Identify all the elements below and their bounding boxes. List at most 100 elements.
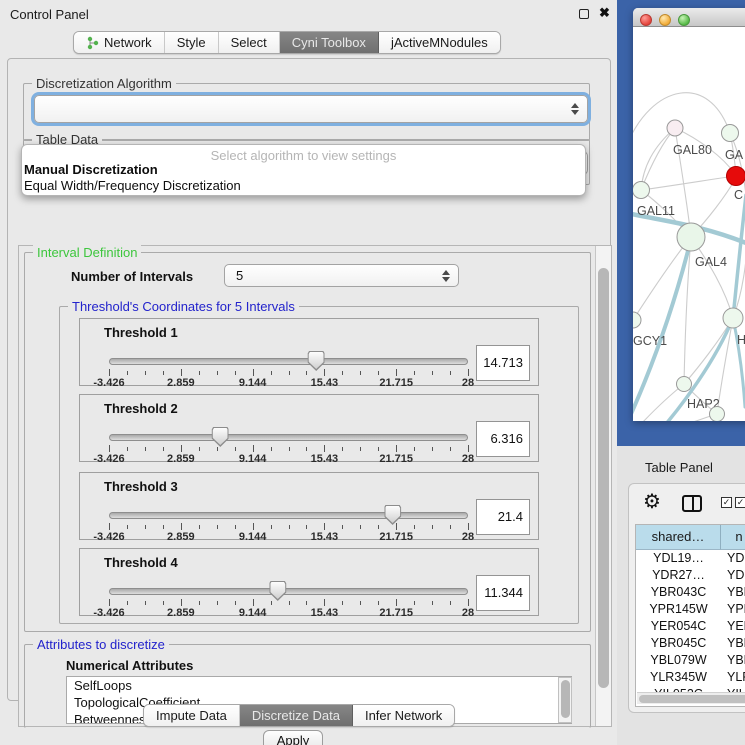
network-canvas[interactable]: GAL80GACGAL11GAL4GCY1HHAP2 xyxy=(633,27,745,421)
slider-thumb[interactable] xyxy=(269,581,286,601)
zoom-traffic-light-icon[interactable] xyxy=(678,14,690,26)
slider-tick xyxy=(378,371,379,375)
table-horizontal-scrollbar[interactable] xyxy=(637,692,745,704)
table-cell[interactable]: YER0 xyxy=(721,618,745,635)
settings-scrollbar-thumb[interactable] xyxy=(598,268,609,688)
slider-track[interactable] xyxy=(109,358,468,365)
slider-thumb[interactable] xyxy=(308,351,325,371)
threshold-4-value-field[interactable]: 11.344 xyxy=(476,575,530,611)
slider-scale-label: 2.859 xyxy=(167,607,195,619)
table-cell[interactable]: YLR3 xyxy=(721,669,745,686)
node-attribute-table[interactable]: shared…n YDL19…YDL1YDR27…YDR2YBR043CYBR0… xyxy=(635,524,745,707)
settings-vertical-scrollbar[interactable] xyxy=(595,246,611,726)
table-column-header[interactable]: shared… xyxy=(636,525,721,550)
column-layout-icon[interactable] xyxy=(682,495,702,512)
algorithm-option-manual[interactable]: Manual Discretization xyxy=(24,162,158,177)
network-node-hap2[interactable] xyxy=(677,377,692,392)
table-cell[interactable]: YDL1 xyxy=(721,550,745,567)
slider-tick xyxy=(468,523,469,530)
tab-cyni-toolbox[interactable]: Cyni Toolbox xyxy=(280,32,379,53)
slider-track[interactable] xyxy=(109,512,468,519)
gear-icon[interactable]: ⚙ xyxy=(643,492,661,512)
table-cell[interactable]: YBL079W xyxy=(636,652,721,669)
network-window-titlebar[interactable] xyxy=(633,8,745,27)
table-row[interactable]: YDR27…YDR2 xyxy=(636,567,745,584)
table-row[interactable]: YBR045CYBR0 xyxy=(636,635,745,652)
table-cell[interactable]: YLR345W xyxy=(636,669,721,686)
apply-button[interactable]: Apply xyxy=(263,730,323,745)
slider-tick xyxy=(450,601,451,605)
network-node-gal80[interactable] xyxy=(667,120,683,136)
checkbox-icon[interactable]: ✓ xyxy=(721,497,732,508)
attribute-list-item[interactable]: SelfLoops xyxy=(67,677,571,694)
slider-track[interactable] xyxy=(109,434,468,441)
slider-tick xyxy=(199,371,200,375)
tab-network[interactable]: Network xyxy=(74,32,165,53)
tab-discretize-data[interactable]: Discretize Data xyxy=(240,705,353,726)
table-cell[interactable]: YBR045C xyxy=(636,635,721,652)
network-node-ga[interactable] xyxy=(722,125,739,142)
slider-thumb[interactable] xyxy=(212,427,229,447)
table-row[interactable]: YBL079WYBL0 xyxy=(636,652,745,669)
algorithm-combo[interactable] xyxy=(34,95,588,123)
network-node-gal4[interactable] xyxy=(677,223,705,251)
threshold-2-slider[interactable]: -3.4262.8599.14415.4321.71528 xyxy=(109,395,468,463)
table-cell[interactable]: YBL0 xyxy=(721,652,745,669)
slider-tick xyxy=(306,601,307,605)
slider-scale-label: -3.426 xyxy=(93,531,124,543)
slider-tick xyxy=(253,523,254,530)
threshold-2-value-field[interactable]: 6.316 xyxy=(476,421,530,457)
slider-scale-label: 15.43 xyxy=(311,607,339,619)
table-cell[interactable]: YDR27… xyxy=(636,567,721,584)
table-row[interactable]: YPR145WYPR1 xyxy=(636,601,745,618)
threshold-3-slider[interactable]: -3.4262.8599.14415.4321.71528 xyxy=(109,473,468,541)
table-cell[interactable]: YER054C xyxy=(636,618,721,635)
table-row[interactable]: YER054CYER0 xyxy=(636,618,745,635)
threshold-3-value-field[interactable]: 21.4 xyxy=(476,499,530,535)
table-cell[interactable]: YBR0 xyxy=(721,635,745,652)
table-scrollbar-thumb[interactable] xyxy=(639,695,745,703)
table-column-header[interactable]: n xyxy=(721,525,745,550)
slider-tick xyxy=(306,447,307,451)
slider-tick xyxy=(396,445,397,452)
network-node-gal11[interactable] xyxy=(633,182,650,199)
tab-jactivemnodules[interactable]: jActiveMNodules xyxy=(379,32,500,53)
table-row[interactable]: YBR043CYBR0 xyxy=(636,584,745,601)
tab-impute-data[interactable]: Impute Data xyxy=(144,705,240,726)
table-row[interactable]: YLR345WYLR3 xyxy=(636,669,745,686)
threshold-1-value-field[interactable]: 14.713 xyxy=(476,345,530,381)
table-row[interactable]: YDL19…YDL1 xyxy=(636,550,745,567)
slider-tick xyxy=(109,599,110,606)
network-node-h[interactable] xyxy=(723,308,743,328)
tab-infer-network[interactable]: Infer Network xyxy=(353,705,454,726)
table-cell[interactable]: YPR145W xyxy=(636,601,721,618)
threshold-4-slider[interactable]: -3.4262.8599.14415.4321.71528 xyxy=(109,549,468,617)
table-cell[interactable]: YDR2 xyxy=(721,567,745,584)
network-node-c[interactable] xyxy=(727,167,745,186)
network-node-gcy1[interactable] xyxy=(633,312,641,328)
attributes-list-scrollbar[interactable] xyxy=(558,677,572,723)
slider-track[interactable] xyxy=(109,588,468,595)
checkbox-icon[interactable]: ✓ xyxy=(735,497,745,508)
close-icon[interactable]: ✖ xyxy=(599,5,610,21)
table-cell[interactable]: YBR043C xyxy=(636,584,721,601)
minimize-traffic-light-icon[interactable] xyxy=(659,14,671,26)
table-cell[interactable]: YDL19… xyxy=(636,550,721,567)
slider-thumb[interactable] xyxy=(384,505,401,525)
table-cell[interactable]: YBR0 xyxy=(721,584,745,601)
network-node-label: GAL80 xyxy=(673,143,712,157)
algorithm-option-equal-width[interactable]: Equal Width/Frequency Discretization xyxy=(24,178,241,193)
slider-tick xyxy=(163,525,164,529)
slider-scale-label: 15.43 xyxy=(311,377,339,389)
attributes-scrollbar-thumb[interactable] xyxy=(561,680,570,718)
float-window-icon[interactable] xyxy=(579,9,589,19)
network-node[interactable] xyxy=(710,407,725,422)
threshold-1-slider[interactable]: -3.4262.8599.14415.4321.71528 xyxy=(109,319,468,387)
slider-scale-label: 15.43 xyxy=(311,531,339,543)
table-cell[interactable]: YPR1 xyxy=(721,601,745,618)
tab-select[interactable]: Select xyxy=(219,32,280,53)
close-traffic-light-icon[interactable] xyxy=(640,14,652,26)
slider-tick xyxy=(432,601,433,605)
tab-style[interactable]: Style xyxy=(165,32,219,53)
num-intervals-combo[interactable]: 5 xyxy=(224,264,459,287)
